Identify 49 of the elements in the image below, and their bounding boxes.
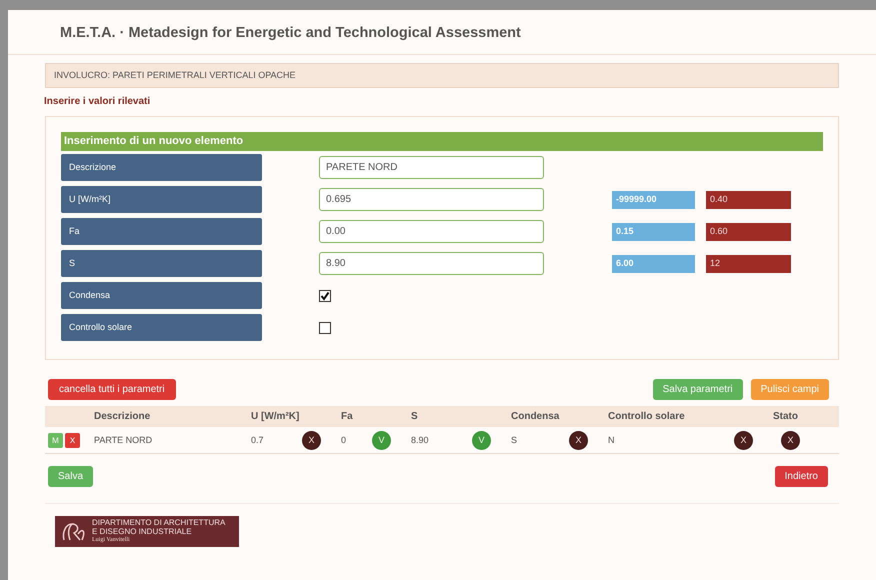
field-label: S [61, 250, 262, 277]
back-button[interactable]: Indietro [774, 466, 828, 487]
save-button[interactable]: Salva [48, 466, 94, 487]
delete-button[interactable]: X [65, 433, 80, 448]
field-label: Descrizione [61, 154, 262, 181]
min-value-badge: -99999.00 [612, 190, 695, 208]
column-header: Descrizione [94, 410, 150, 424]
page-title: M.E.T.A. · Metadesign for Energetic and Technological Assessment [60, 24, 521, 43]
fail-status-icon: X [781, 431, 800, 450]
section-title: INVOLUCRO: PARETI PERIMETRALI VERTICALI OPACHE [54, 68, 296, 82]
min-value-badge: 6.00 [612, 254, 695, 272]
column-header: Fa [341, 410, 353, 424]
field-label: Condensa [61, 282, 262, 309]
table-cell-text: PARTE NORD [94, 434, 152, 447]
column-header: U [W/m²K] [251, 410, 300, 424]
clear-all-button[interactable]: cancella tutti i parametri [48, 379, 176, 400]
input-field[interactable]: 8.90 [319, 252, 544, 275]
field-label: Fa [61, 218, 262, 245]
column-header: Condensa [511, 410, 560, 424]
field-label: Controllo solare [61, 314, 262, 341]
table-cell-text: N [608, 434, 614, 447]
column-header: Stato [773, 410, 798, 424]
input-field[interactable]: 0.695 [319, 188, 544, 211]
instruction-text: Inserire i valori rilevati [44, 95, 150, 109]
edit-button[interactable]: M [48, 433, 63, 448]
max-value-badge: 0.60 [706, 222, 791, 240]
max-value-badge: 12 [706, 254, 791, 272]
form-header: Inserimento di un nuovo elemento [61, 132, 823, 151]
input-field[interactable]: PARETE NORD [319, 156, 544, 179]
pass-status-icon: V [372, 431, 391, 450]
min-value-badge: 0.15 [612, 222, 695, 240]
table-cell-text: 0 [341, 434, 346, 447]
fail-status-icon: X [734, 431, 753, 450]
pass-status-icon: V [472, 431, 491, 450]
input-field[interactable]: 0.00 [319, 220, 544, 243]
table-cell-text: 8.90 [411, 434, 429, 447]
field-label: U [W/m²K] [61, 186, 262, 213]
max-value-badge: 0.40 [706, 190, 791, 208]
fail-status-icon: X [302, 431, 321, 450]
save-parameters-button[interactable]: Salva parametri [652, 379, 743, 400]
checkbox[interactable] [319, 322, 331, 334]
fail-status-icon: X [569, 431, 588, 450]
checkbox[interactable] [319, 290, 331, 302]
table-cell-text: S [511, 434, 518, 447]
column-header: Controllo solare [608, 410, 685, 424]
table-cell-text: 0.7 [251, 434, 264, 447]
column-header: S [411, 410, 418, 424]
logo-text: DIPARTIMENTO DI ARCHITETTURA [92, 518, 226, 527]
logo-text: E DISEGNO INDUSTRIALE [92, 527, 193, 536]
